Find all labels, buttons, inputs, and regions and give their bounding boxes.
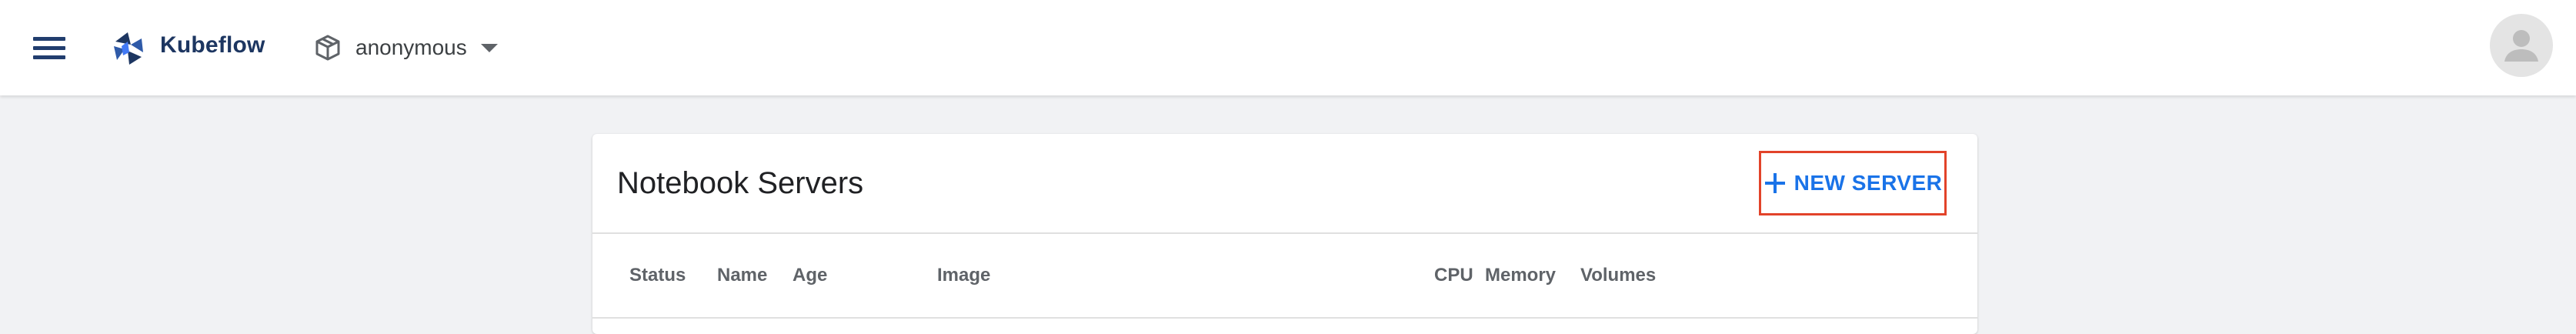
plus-icon [1764, 173, 1785, 193]
account-avatar[interactable] [2490, 14, 2553, 77]
column-header-age[interactable]: Age [792, 265, 827, 286]
column-header-volumes[interactable]: Volumes [1580, 265, 1656, 286]
new-server-label: NEW SERVER [1794, 171, 1943, 195]
notebook-servers-card: Notebook Servers NEW SERVER Status Name … [592, 134, 1977, 334]
column-header-cpu[interactable]: CPU [1434, 265, 1473, 286]
page-title: Notebook Servers [617, 166, 864, 200]
menu-button[interactable] [31, 29, 68, 66]
namespace-label: anonymous [355, 35, 467, 59]
caret-down-icon [480, 43, 498, 52]
kubeflow-logo-icon[interactable] [108, 28, 148, 68]
column-header-memory[interactable]: Memory [1485, 265, 1556, 286]
menu-icon-bar [33, 45, 65, 50]
column-header-image[interactable]: Image [937, 265, 990, 286]
divider [592, 317, 1977, 319]
table-header-row: Status Name Age Image CPU Memory Volumes [592, 234, 1977, 319]
new-server-button[interactable]: NEW SERVER [1759, 151, 1947, 215]
menu-icon-bar [33, 55, 65, 59]
account-circle-icon [2504, 30, 2538, 62]
column-header-status[interactable]: Status [629, 265, 686, 286]
brand-title[interactable]: Kubeflow [160, 32, 265, 58]
top-toolbar: Kubeflow anonymous [0, 0, 2576, 95]
namespace-selector[interactable]: anonymous [314, 28, 498, 68]
cube-icon [315, 35, 340, 61]
menu-icon-bar [33, 36, 65, 41]
column-header-name[interactable]: Name [717, 265, 767, 286]
